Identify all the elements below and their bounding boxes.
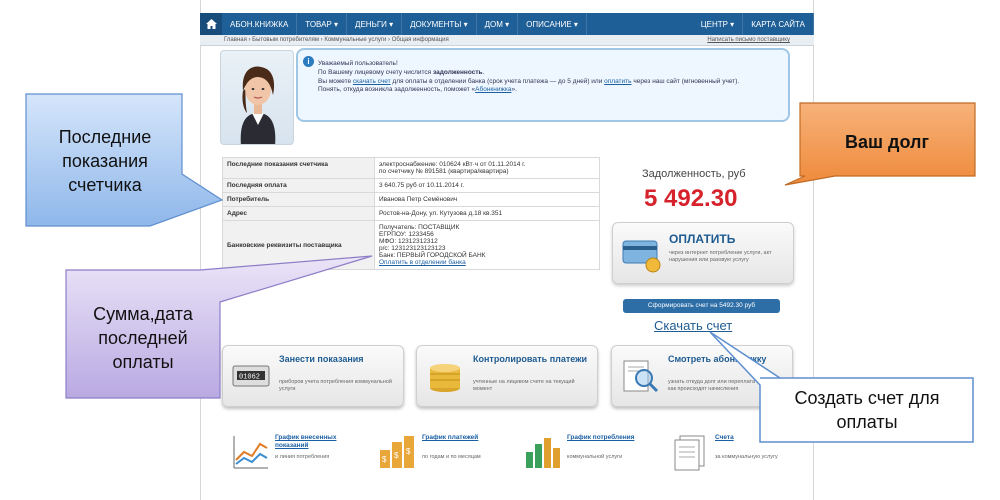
nav-house[interactable]: ДОМ ▾ — [477, 13, 519, 35]
pay-button-label: ОПЛАТИТЬ — [669, 232, 736, 246]
dollar-bars-icon: $ $ $ — [380, 436, 414, 468]
row-key: Банковские реквизиты поставщика — [222, 220, 375, 270]
readings-chart-link[interactable]: График внесенных показаний и линия потре… — [230, 432, 370, 476]
svg-text:$: $ — [382, 455, 387, 464]
breadcrumb: Главная › Бытовым потребителям › Коммуна… — [200, 35, 814, 46]
pay-in-bank-link[interactable]: Оплатить в отделении банка — [379, 259, 595, 266]
nav-abon-book[interactable]: АБОН.КНИЖКА — [222, 13, 298, 35]
nav-goods[interactable]: ТОВАР ▾ — [297, 13, 348, 35]
nav-description[interactable]: ОПИСАНИЕ ▾ — [518, 13, 587, 35]
message-greeting: Уважаемый пользователь! — [318, 60, 398, 67]
top-nav-bar: АБОН.КНИЖКА ТОВАР ▾ ДЕНЬГИ ▾ ДОКУМЕНТЫ ▾… — [200, 13, 814, 35]
control-payments-desc: учтенные на лицевом счете на текущий мом… — [473, 379, 575, 393]
enter-readings-title: Занести показания — [279, 354, 364, 364]
readings-chart-desc: и линия потребления — [275, 454, 330, 460]
control-payments-title: Контролировать платежи — [473, 354, 588, 364]
nav-center[interactable]: ЦЕНТР ▾ — [693, 13, 744, 35]
row-value: электроснабжение: 010624 кВт·ч от 01.11.… — [374, 157, 600, 179]
invoices-desc: за коммунальную услугу — [715, 454, 778, 460]
row-value: 3 640.75 руб от 10.11.2014 г. — [374, 178, 600, 193]
enter-readings-button[interactable]: 01062 Занести показания приборов учета п… — [222, 345, 404, 407]
info-message: i Уважаемый пользователь! По Вашему лице… — [296, 48, 790, 122]
table-row: Банковские реквизиты поставщика Получате… — [222, 220, 600, 270]
credit-card-icon — [622, 240, 661, 273]
row-value: Иванова Петр Семёнович — [374, 192, 600, 207]
payments-chart-title: График платежей — [422, 434, 479, 441]
magnifier-icon — [623, 360, 659, 393]
svg-text:$: $ — [406, 447, 411, 456]
table-row: Потребитель Иванова Петр Семёнович — [222, 192, 600, 207]
row-key: Адрес — [222, 206, 375, 221]
debt-amount: 5 492.30 — [644, 185, 738, 212]
invoice-callout: Создать счет для оплаты — [794, 387, 940, 432]
table-row: Последние показания счетчика электроснаб… — [222, 157, 600, 179]
home-icon[interactable] — [200, 13, 222, 35]
nav-money[interactable]: ДЕНЬГИ ▾ — [347, 13, 403, 35]
view-abon-book-title: Смотреть абонкнижку — [668, 354, 767, 364]
debt-callout: Ваш долг — [845, 131, 929, 152]
consumption-chart-link[interactable]: График потребления коммунальной услуги — [522, 432, 662, 476]
svg-text:01062: 01062 — [239, 374, 260, 382]
download-invoice-link[interactable]: скачать счет — [353, 78, 391, 85]
coins-icon — [430, 364, 460, 392]
breadcrumb-path[interactable]: Главная › Бытовым потребителям › Коммуна… — [224, 37, 449, 43]
download-invoice-link[interactable]: Скачать счет — [654, 318, 732, 333]
row-value: Ростов-на-Дону, ул. Кутузова д.18 кв.351 — [374, 206, 600, 221]
row-key: Потребитель — [222, 192, 375, 207]
consumption-chart-desc: коммунальной услуги — [567, 454, 623, 460]
bank-details: Получатель: ПОСТАВЩИК ЕГРПОУ: 1233456 МФ… — [374, 220, 600, 270]
abon-book-link[interactable]: Абонкнижка — [475, 86, 511, 93]
nav-sitemap[interactable]: КАРТА САЙТА — [743, 13, 814, 35]
nav-documents[interactable]: ДОКУМЕНТЫ ▾ — [402, 13, 477, 35]
message-options-line: Вы можете скачать счет для оплаты в отде… — [318, 77, 740, 85]
meter-icon: 01062 — [232, 365, 270, 387]
pay-button-desc: через интернет потребление услуги, акт н… — [669, 250, 772, 264]
documents-icon — [674, 435, 705, 471]
payment-callout: Сумма,дата последней оплаты — [93, 303, 193, 373]
table-row: Адрес Ростов-на-Дону, ул. Кутузова д.18 … — [222, 206, 600, 221]
enter-readings-desc: приборов учета потребления коммунальной … — [279, 379, 392, 393]
row-key: Последние показания счетчика — [222, 157, 375, 179]
account-info-table: Последние показания счетчика электроснаб… — [222, 157, 600, 270]
payments-chart-link[interactable]: $ $ $ График платежей по годам и по меся… — [377, 432, 517, 476]
control-payments-button[interactable]: Контролировать платежи учтенные на лицев… — [416, 345, 598, 407]
debt-label: Задолженность, руб — [642, 168, 746, 180]
message-debt-line: По Вашему лицевому счету числится задолж… — [318, 68, 485, 76]
consumption-chart-title: График потребления — [567, 434, 635, 441]
pay-button[interactable]: ОПЛАТИТЬ через интернет потребление услу… — [612, 222, 794, 284]
payments-chart-desc: по годам и по месяцам — [422, 454, 481, 460]
pay-online-link[interactable]: оплатить — [604, 78, 631, 85]
row-key: Последняя оплата — [222, 178, 375, 193]
assistant-avatar — [220, 50, 294, 145]
message-help-line: Понять, откуда возникла задолженность, п… — [318, 86, 517, 94]
bar-chart-icon — [526, 438, 560, 468]
table-row: Последняя оплата 3 640.75 руб от 10.11.2… — [222, 178, 600, 193]
write-supplier-link[interactable]: Написать письмо поставщику — [707, 37, 790, 43]
line-chart-icon — [233, 436, 268, 469]
create-invoice-button[interactable]: Сформировать счет на 5492.30 руб — [623, 299, 780, 313]
readings-chart-title: График внесенных показаний — [275, 434, 337, 449]
readings-callout: Последние показания счетчика — [58, 126, 152, 196]
info-icon: i — [303, 56, 314, 67]
svg-text:$: $ — [394, 451, 399, 460]
